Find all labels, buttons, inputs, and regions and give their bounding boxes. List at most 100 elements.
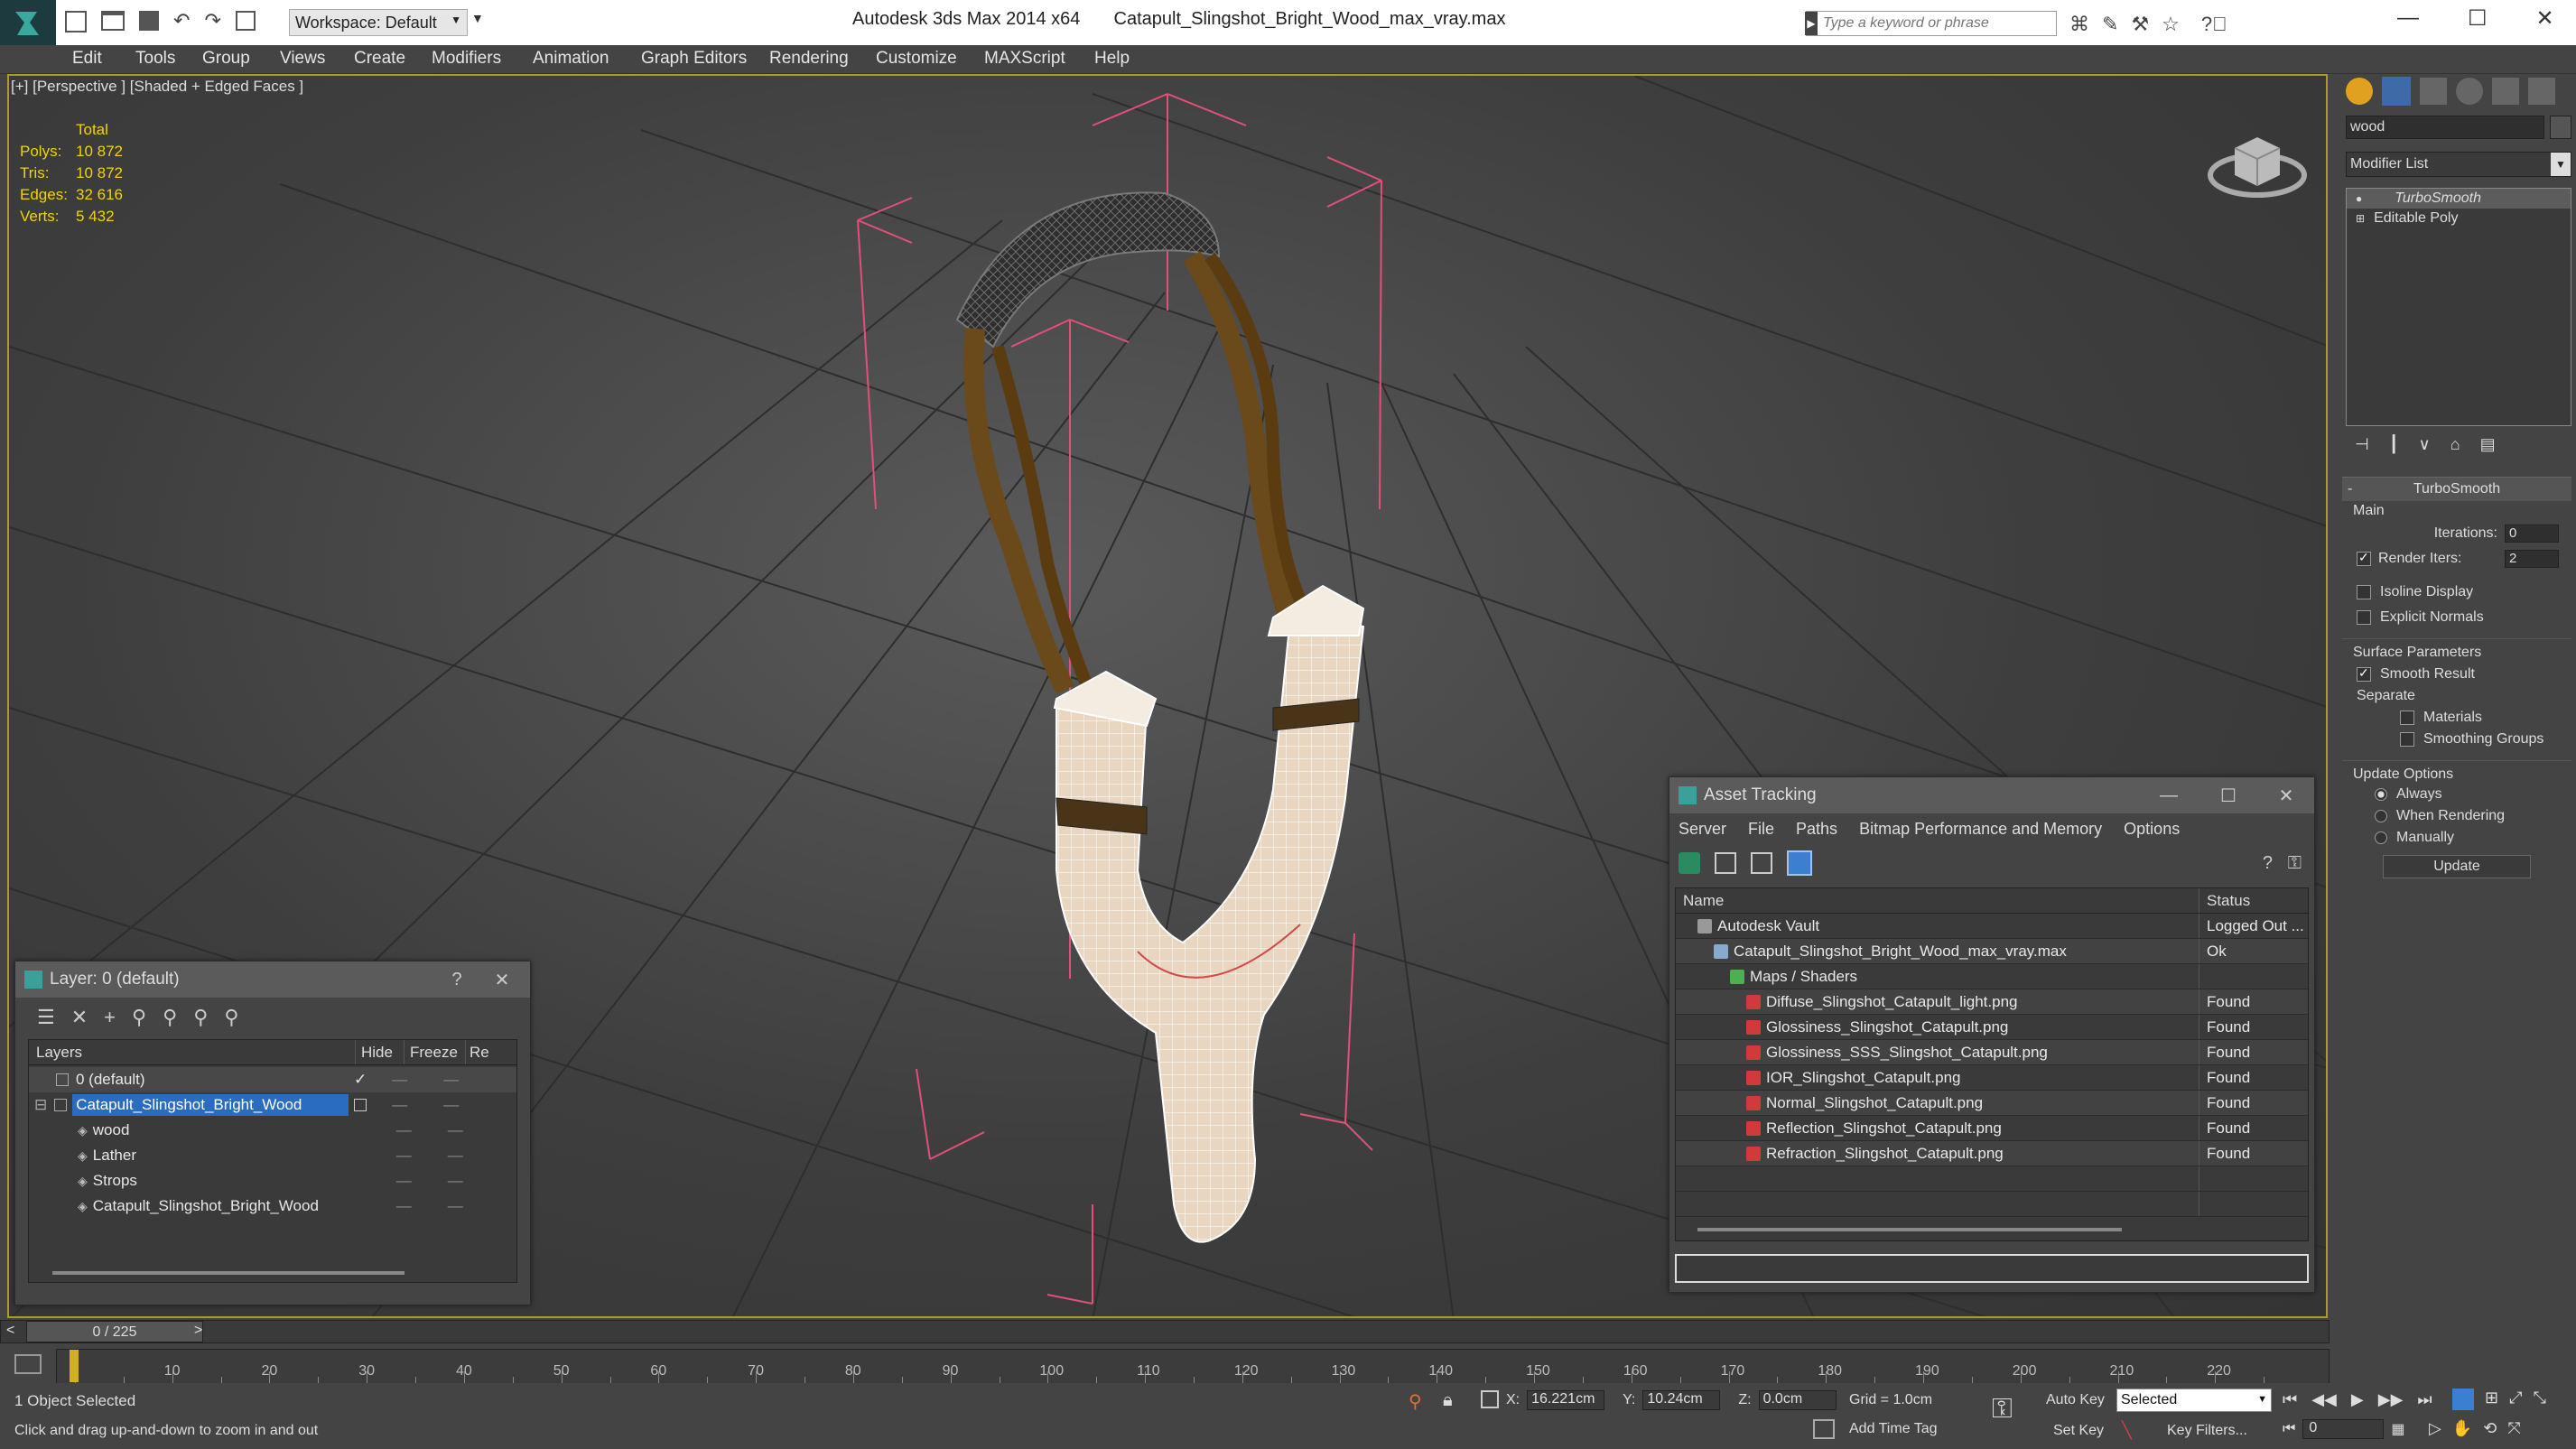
favorites-star-icon[interactable]: ☆ <box>2162 13 2180 36</box>
expand-icon[interactable]: ⊞ <box>2356 212 2365 225</box>
menu-customize[interactable]: Customize <box>876 49 957 69</box>
slider-prev-icon[interactable]: < <box>6 1323 14 1339</box>
object-row-wood[interactable]: ◈ wood — — <box>29 1118 516 1143</box>
maximize-icon[interactable]: ☐ <box>2468 5 2488 32</box>
menu-server[interactable]: Server <box>1679 820 1726 839</box>
materials-checkbox[interactable] <box>2400 711 2414 725</box>
status-column-header[interactable]: Status <box>2199 888 2308 913</box>
menu-tools[interactable]: Tools <box>135 49 175 69</box>
add-time-tag-label[interactable]: Add Time Tag <box>1849 1421 1938 1437</box>
search-input[interactable] <box>1823 14 2049 33</box>
freeze-all-icon[interactable]: ⚲ <box>224 1006 238 1029</box>
selection-lock-icon[interactable]: 🔒︎ <box>1443 1390 1453 1411</box>
new-file-icon[interactable] <box>65 11 87 33</box>
remove-modifier-icon[interactable]: ⌂ <box>2450 435 2460 462</box>
asset-row[interactable]: Normal_Slingshot_Catapult.png Found <box>1676 1091 2308 1116</box>
menu-maxscript[interactable]: MAXScript <box>984 49 1065 69</box>
binoculars-icon[interactable]: ⌘ <box>2069 13 2089 36</box>
horizontal-scrollbar[interactable] <box>52 1271 405 1275</box>
isolate-selection-icon[interactable]: ⚲ <box>1409 1390 1422 1413</box>
zoom-all-icon[interactable]: ⊞ <box>2485 1389 2498 1410</box>
make-unique-icon[interactable]: ∨ <box>2419 435 2431 462</box>
field-of-view-icon[interactable]: ▷ <box>2429 1419 2441 1438</box>
menu-rendering[interactable]: Rendering <box>769 49 849 69</box>
add-to-layer-icon[interactable]: + <box>104 1006 116 1029</box>
explicit-normals-checkbox[interactable] <box>2357 610 2371 625</box>
object-row-lather[interactable]: ◈ Lather — — <box>29 1143 516 1168</box>
app-logo-icon[interactable] <box>0 0 56 45</box>
update-button[interactable]: Update <box>2383 855 2531 878</box>
zoom-icon[interactable] <box>2452 1389 2474 1410</box>
prev-frame-icon[interactable]: ◀◀ <box>2311 1390 2337 1409</box>
iterations-spinner[interactable]: 0 <box>2505 525 2559 543</box>
key-filters-button[interactable]: Key Filters... <box>2167 1423 2247 1439</box>
modifier-list-dropdown[interactable]: Modifier List ▼ <box>2346 152 2571 177</box>
workspace-dropdown[interactable]: Workspace: Default ▼ <box>289 9 468 36</box>
object-row-catapult[interactable]: ◈ Catapult_Slingshot_Bright_Wood — — <box>29 1194 516 1219</box>
asset-row[interactable]: Autodesk Vault Logged Out ... <box>1676 914 2308 939</box>
key-mode-toggle-icon[interactable]: ⏮ <box>2283 1421 2295 1437</box>
utilities-tab-icon[interactable] <box>2528 78 2555 105</box>
exchange-icon[interactable]: ⚒ <box>2131 13 2149 36</box>
help-icon[interactable]: ? <box>2263 853 2273 874</box>
name-column-header[interactable]: Name <box>1676 888 2199 913</box>
search-box[interactable]: ▶ <box>1805 11 2057 36</box>
smooth-result-checkbox[interactable] <box>2357 667 2371 682</box>
viewcube-icon[interactable] <box>2203 112 2311 211</box>
render-iters-checkbox[interactable] <box>2357 552 2371 566</box>
render-column-header[interactable]: Re <box>466 1040 502 1064</box>
asset-path-field[interactable] <box>1675 1254 2309 1283</box>
object-name-field[interactable]: wood <box>2346 116 2544 139</box>
menu-paths[interactable]: Paths <box>1796 820 1837 839</box>
list-view-icon[interactable] <box>1715 852 1736 874</box>
object-row-strops[interactable]: ◈ Strops — — <box>29 1168 516 1194</box>
menu-edit[interactable]: Edit <box>72 49 102 69</box>
save-file-icon[interactable] <box>139 11 159 31</box>
maximize-viewport-icon[interactable]: ⤧ <box>2507 1419 2520 1438</box>
asset-row[interactable]: Diffuse_Slingshot_Catapult_light.png Foun… <box>1676 989 2308 1015</box>
asset-row[interactable]: IOR_Slingshot_Catapult.png Found <box>1676 1065 2308 1091</box>
refresh-icon[interactable] <box>1679 852 1700 874</box>
menu-modifiers[interactable]: Modifiers <box>432 49 501 69</box>
configure-sets-icon[interactable]: ▤ <box>2480 435 2496 462</box>
freeze-toggle[interactable]: — <box>448 1121 463 1139</box>
go-to-end-icon[interactable]: ⏭ <box>2417 1390 2432 1409</box>
render-iters-spinner[interactable]: 2 <box>2505 550 2559 568</box>
hide-all-icon[interactable]: ⚲ <box>193 1006 208 1029</box>
go-to-start-icon[interactable]: ⏮ <box>2283 1390 2297 1409</box>
mini-curve-toggle-icon[interactable] <box>14 1354 42 1374</box>
zoom-extents-all-icon[interactable]: ⤡ <box>2534 1389 2546 1410</box>
asset-row[interactable]: Glossiness_SSS_Slingshot_Catapult.png Fou… <box>1676 1040 2308 1065</box>
orbit-icon[interactable]: ⟲ <box>2483 1419 2497 1438</box>
close-icon[interactable]: ✕ <box>483 961 521 998</box>
menu-file[interactable]: File <box>1748 820 1774 839</box>
active-layer-box[interactable] <box>354 1099 367 1111</box>
layer-row-default[interactable]: 0 (default) ✓ — — <box>29 1067 516 1092</box>
hide-toggle[interactable]: — <box>392 1096 407 1114</box>
open-file-icon[interactable] <box>101 11 125 31</box>
hide-toggle[interactable]: — <box>396 1147 412 1165</box>
freeze-toggle[interactable]: — <box>443 1071 459 1089</box>
asset-window-titlebar[interactable]: Asset Tracking — ☐ ✕ <box>1669 777 2314 813</box>
asset-row[interactable]: Reflection_Slingshot_Catapult.png Found <box>1676 1116 2308 1141</box>
create-tab-icon[interactable] <box>2346 78 2373 105</box>
communication-icon[interactable]: ✎ <box>2102 13 2118 36</box>
add-time-tag-icon[interactable] <box>1813 1419 1835 1439</box>
vault-login-icon[interactable]: ⚿ <box>2288 853 2302 874</box>
table-view-icon[interactable] <box>1787 850 1812 876</box>
pin-stack-icon[interactable]: ⊣ <box>2355 435 2369 462</box>
motion-tab-icon[interactable] <box>2456 78 2483 105</box>
key-pencil-icon[interactable]: ╲ <box>2122 1421 2132 1440</box>
menu-options[interactable]: Options <box>2124 820 2180 839</box>
absolute-mode-icon[interactable] <box>1481 1390 1499 1408</box>
next-frame-icon[interactable]: ▶▶ <box>2378 1390 2404 1409</box>
viewport-label[interactable]: [+] [Perspective ] [Shaded + Edged Faces… <box>11 78 303 96</box>
asset-row[interactable]: Catapult_Slingshot_Bright_Wood_max_vray.… <box>1676 939 2308 964</box>
hierarchy-tab-icon[interactable] <box>2420 78 2447 105</box>
display-tab-icon[interactable] <box>2492 78 2519 105</box>
help-icon[interactable]: ? <box>438 961 476 998</box>
freeze-toggle[interactable]: — <box>443 1096 459 1114</box>
hide-toggle[interactable]: — <box>396 1172 412 1190</box>
stack-item-editable-poly[interactable]: ⊞ Editable Poly <box>2347 209 2571 228</box>
smoothing-groups-checkbox[interactable] <box>2400 732 2414 747</box>
